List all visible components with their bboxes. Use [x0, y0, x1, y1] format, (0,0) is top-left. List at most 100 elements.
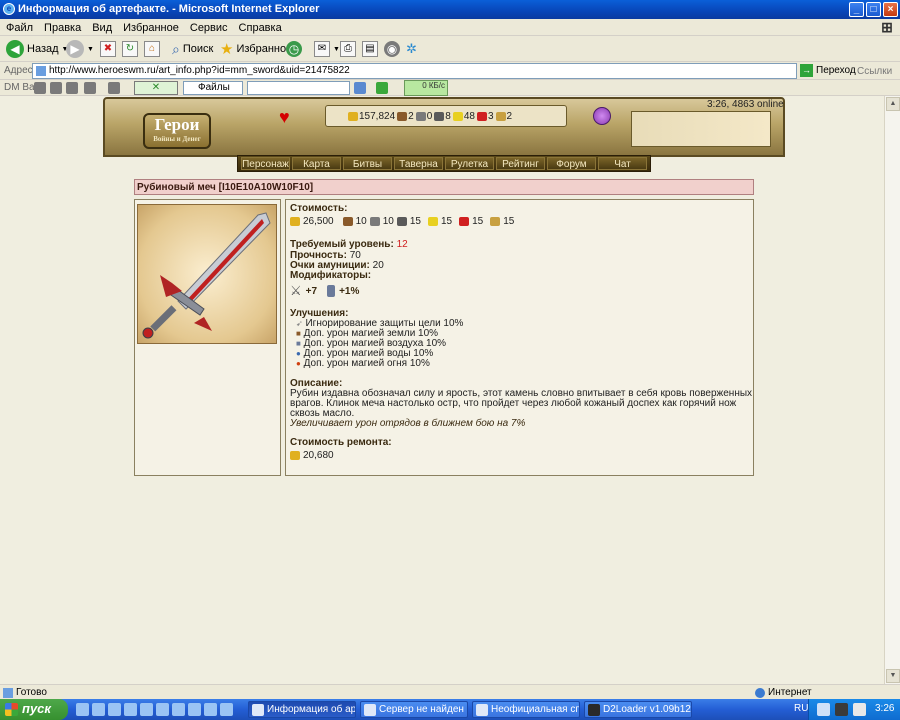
ignore-defense-icon: ➹	[296, 319, 303, 328]
nav-rating[interactable]: Рейтинг	[496, 157, 545, 170]
nav-forum[interactable]: Форум	[547, 157, 596, 170]
crystal-icon	[476, 111, 487, 121]
cost-gold: 26,500	[303, 216, 334, 227]
mail-button[interactable]: ✉ ▼	[314, 39, 340, 59]
go-button[interactable]: → Переход	[800, 64, 856, 77]
dm-files-label: Файлы	[198, 82, 230, 93]
quicklaunch-icon[interactable]	[172, 703, 185, 716]
menu-file[interactable]: Файл	[0, 19, 38, 34]
edit-icon: ▤	[362, 41, 378, 57]
menu-tools[interactable]: Сервис	[184, 19, 233, 34]
quicklaunch-icon[interactable]	[108, 703, 121, 716]
tray-icon[interactable]	[835, 703, 848, 716]
quicklaunch-icon[interactable]	[220, 703, 233, 716]
dm-icon-4[interactable]	[84, 82, 96, 94]
dm-icon-3[interactable]	[66, 82, 78, 94]
go-label: Переход	[816, 65, 856, 76]
task-button-reference[interactable]: Неофициальная спр...	[472, 701, 580, 718]
mana-potion-icon	[593, 107, 611, 125]
history-button[interactable]: ◷	[286, 39, 302, 59]
ore-amount: 0	[426, 110, 433, 122]
dm-download-icon[interactable]: ✕	[134, 81, 178, 95]
sword-icon	[142, 212, 271, 339]
quicklaunch-icon[interactable]	[140, 703, 153, 716]
ie-task-icon	[476, 704, 488, 716]
cost-gems: 15	[503, 216, 515, 227]
status-text: Готово	[16, 687, 47, 698]
dm-icon-2[interactable]	[50, 82, 62, 94]
menu-edit[interactable]: Правка	[38, 19, 86, 34]
dm-search-input[interactable]	[247, 81, 350, 95]
mercury-icon	[434, 111, 445, 121]
mercury-icon	[396, 217, 407, 226]
maximize-button[interactable]: □	[866, 2, 881, 17]
go-arrow-icon: →	[800, 64, 813, 77]
home-button[interactable]: ⌂	[144, 39, 160, 59]
sulfur-icon	[427, 217, 438, 226]
print-button[interactable]: ⎙	[340, 39, 356, 59]
nav-character[interactable]: Персонаж	[241, 157, 290, 170]
mail-icon: ✉	[314, 41, 330, 57]
menu-help[interactable]: Справка	[233, 19, 287, 34]
nav-roulette[interactable]: Рулетка	[445, 157, 494, 170]
artifact-title: Рубиновый меч [I10E10A10W10F10]	[134, 179, 754, 195]
forward-button[interactable]: ▶ ▼	[66, 39, 94, 59]
messenger-button[interactable]: ✲	[406, 39, 417, 59]
page-icon	[3, 688, 13, 698]
nav-battles[interactable]: Битвы	[343, 157, 392, 170]
dm-icon-5[interactable]	[108, 82, 120, 94]
menu-view[interactable]: Вид	[86, 19, 117, 34]
quicklaunch-icon[interactable]	[204, 703, 217, 716]
dm-files-select[interactable]: Файлы	[183, 81, 243, 95]
minimize-button[interactable]: _	[849, 2, 864, 17]
refresh-button[interactable]: ↻	[122, 39, 138, 59]
dm-icon-1[interactable]	[34, 82, 46, 94]
nav-tavern[interactable]: Таверна	[394, 157, 443, 170]
mod-attack: +7	[305, 285, 318, 297]
task-button-ie[interactable]: Информация об арт...	[248, 701, 356, 718]
nav-map[interactable]: Карта	[292, 157, 341, 170]
address-input[interactable]: http://www.heroeswm.ru/art_info.php?id=m…	[32, 63, 797, 79]
vertical-scrollbar[interactable]: ▲ ▼	[884, 96, 900, 684]
crystal-amount: 3	[487, 110, 494, 122]
quicklaunch-icon[interactable]	[76, 703, 89, 716]
search-button[interactable]: ⌕ Поиск	[172, 39, 213, 59]
logo-subtitle: Войны и Денег	[153, 135, 201, 143]
game-header: Герои Войны и Денег ♥ 3:26, 4863 online 1…	[103, 97, 785, 175]
quicklaunch-icon[interactable]	[92, 703, 105, 716]
language-indicator[interactable]: RU	[794, 703, 808, 714]
game-logo[interactable]: Герои Войны и Денег	[143, 113, 211, 149]
quicklaunch-icon[interactable]	[124, 703, 137, 716]
window-titlebar[interactable]: e Информация об артефакте. - Microsoft I…	[0, 0, 900, 19]
scroll-down-icon[interactable]: ▼	[886, 669, 900, 683]
ie-task-icon	[364, 704, 376, 716]
stop-button[interactable]: ✖	[100, 39, 116, 59]
discuss-button[interactable]: ◉	[384, 39, 400, 59]
gold-icon	[290, 217, 300, 226]
quicklaunch-icon[interactable]	[188, 703, 201, 716]
tray-icon[interactable]	[853, 703, 866, 716]
favorites-label: Избранное	[236, 43, 293, 55]
nav-chat[interactable]: Чат	[598, 157, 647, 170]
ore-icon	[415, 111, 426, 121]
menu-favorites[interactable]: Избранное	[117, 19, 184, 34]
task-button-server[interactable]: Сервер не найден - ...	[360, 701, 468, 718]
quicklaunch-icon[interactable]	[156, 703, 169, 716]
main-nav: Персонаж Карта Битвы Таверна Рулетка Рей…	[237, 155, 651, 172]
search-icon: ⌕	[172, 40, 180, 57]
links-button[interactable]: Ссылки	[857, 66, 892, 77]
internet-zone-icon	[755, 688, 765, 698]
back-button[interactable]: ◀ Назад ▼	[6, 39, 68, 59]
scroll-up-icon[interactable]: ▲	[886, 97, 900, 111]
edit-button[interactable]: ▤	[362, 39, 378, 59]
start-button[interactable]: пуск	[0, 699, 68, 720]
close-button[interactable]: ×	[883, 2, 898, 17]
tray-icon[interactable]	[817, 703, 830, 716]
cost-label: Стоимость:	[290, 203, 348, 214]
dm-search-icon[interactable]	[354, 82, 366, 94]
sulfur-icon	[452, 111, 463, 121]
favorites-button[interactable]: ★ Избранное	[220, 39, 292, 59]
dm-down-arrow-icon[interactable]	[376, 82, 388, 94]
task-button-d2loader[interactable]: D2Loader v1.09b12 B...	[584, 701, 692, 718]
gems-icon	[495, 111, 506, 121]
